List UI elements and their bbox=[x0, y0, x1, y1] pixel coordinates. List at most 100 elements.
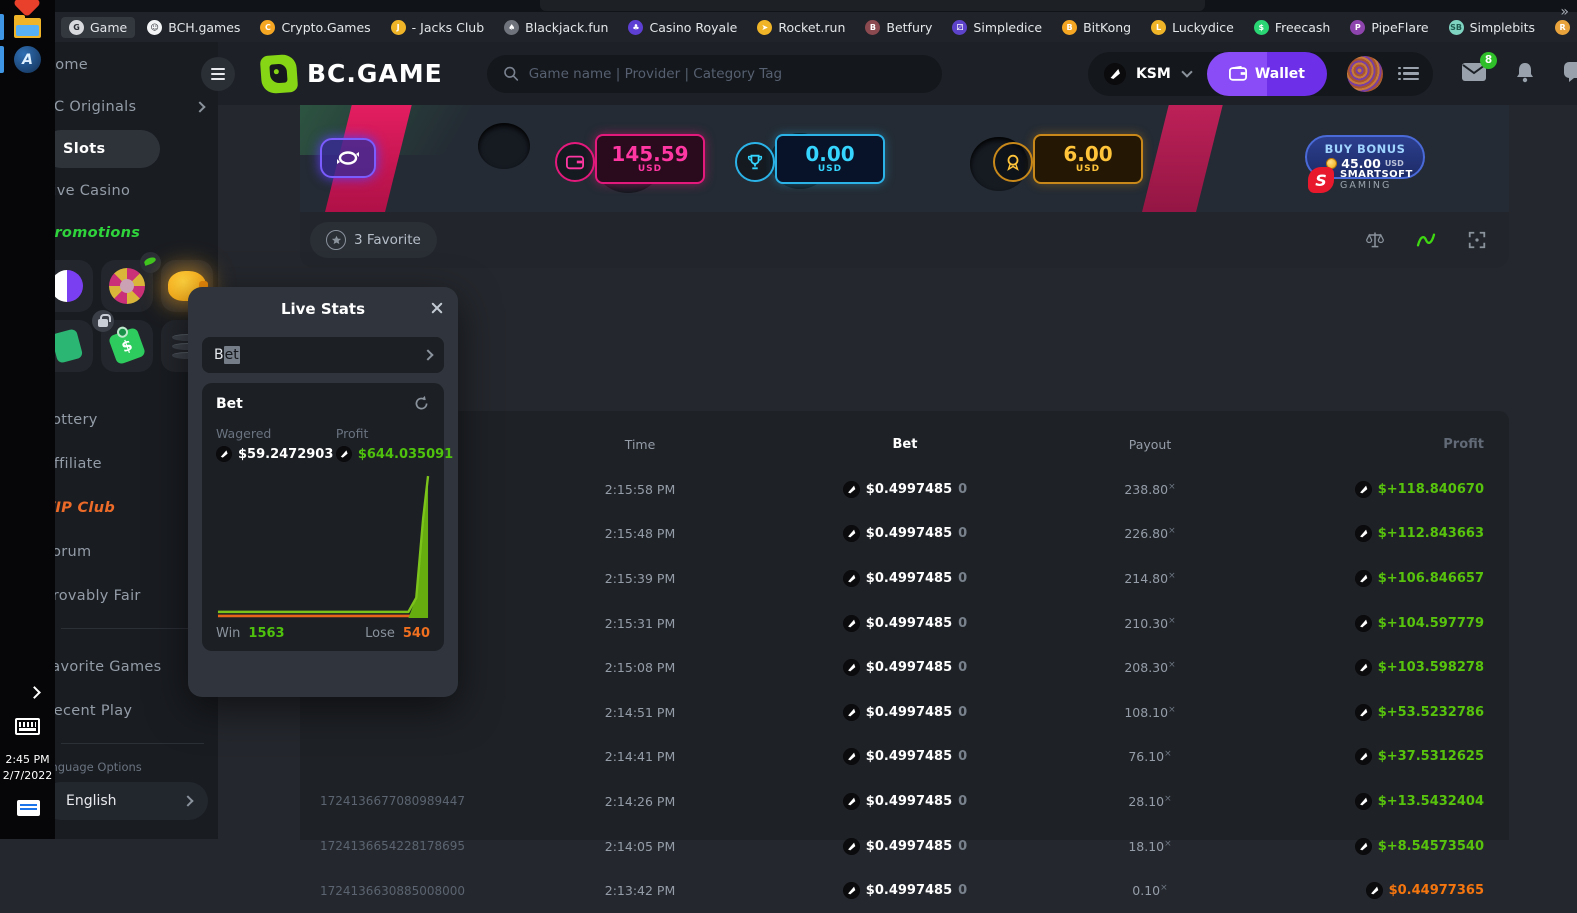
bookmark-label: PipeFlare bbox=[1371, 20, 1428, 35]
account-menu-icon[interactable] bbox=[1403, 67, 1419, 81]
avatar[interactable] bbox=[1347, 56, 1383, 92]
currency-coin-icon bbox=[216, 446, 232, 462]
bookmark-item[interactable]: ⚂ Simpledice bbox=[944, 17, 1050, 38]
jackpot-value: 145.59 bbox=[611, 144, 688, 165]
bookmark-item[interactable]: B BitKong bbox=[1054, 17, 1139, 38]
bookmark-item[interactable]: ♣ Casino Royale bbox=[620, 17, 745, 38]
bet-amount: $0.49974850 bbox=[730, 570, 1080, 587]
close-icon[interactable] bbox=[430, 301, 444, 315]
browser-address-bar[interactable] bbox=[540, 0, 1205, 11]
currency-coin-icon bbox=[843, 793, 860, 810]
table-row[interactable]: 2:15:48 PM $0.49974850 226.80× $+112.843… bbox=[320, 512, 1484, 557]
bookmark-item[interactable]: ➤ Rocket.run bbox=[749, 17, 853, 38]
bookmark-item[interactable]: G Game bbox=[61, 17, 135, 38]
bet-value: $0.4997485 bbox=[866, 749, 952, 764]
sidebar-item-recent-play[interactable]: Recent Play bbox=[55, 689, 218, 733]
bookmark-item[interactable]: C Crypto.Games bbox=[252, 17, 378, 38]
profit-value: $+103.598278 bbox=[1378, 660, 1484, 675]
bookmark-item[interactable]: ♠ Blackjack.fun bbox=[496, 17, 616, 38]
sidebar-item-home[interactable]: Home bbox=[55, 44, 218, 86]
wallet-button[interactable]: Wallet bbox=[1207, 52, 1327, 96]
table-row[interactable]: 2:15:31 PM $0.49974850 210.30× $+104.597… bbox=[320, 601, 1484, 646]
live-stats-icon[interactable] bbox=[1415, 232, 1437, 248]
sidebar-item-slots[interactable]: Slots bbox=[55, 130, 218, 168]
table-row[interactable]: 2:14:41 PM $0.49974850 76.10× $+37.53126… bbox=[320, 735, 1484, 780]
tile-roulette[interactable] bbox=[101, 260, 153, 312]
mail-button[interactable]: 8 bbox=[1461, 62, 1487, 86]
bookmark-item[interactable]: P PipeFlare bbox=[1342, 17, 1436, 38]
live-stats-popup: Live Stats Bet Bet Wagered Profit $59.24… bbox=[188, 287, 458, 697]
touch-keyboard-icon[interactable] bbox=[15, 718, 40, 735]
tile-price-tag[interactable]: $ bbox=[101, 320, 153, 372]
taskbar-app-icon-a[interactable]: A bbox=[14, 46, 41, 73]
bet-amount: $0.49974850 bbox=[730, 838, 1080, 855]
bet-value: $0.4997485 bbox=[866, 883, 952, 898]
table-row[interactable]: 2:14:51 PM $0.49974850 108.10× $+53.5232… bbox=[320, 690, 1484, 735]
bcgame-logo-text: BC.GAME bbox=[307, 59, 443, 88]
col-header-time: Time bbox=[550, 437, 730, 452]
taskbar-clock[interactable]: 2:45 PM 2/7/2022 bbox=[0, 752, 55, 784]
jackpot-value: 6.00 bbox=[1063, 144, 1112, 165]
table-row[interactable]: 2:15:08 PM $0.49974850 208.30× $+103.598… bbox=[320, 645, 1484, 690]
notification-center-icon[interactable] bbox=[17, 800, 40, 816]
autoplay-loop-button[interactable] bbox=[320, 138, 376, 178]
os-taskbar: A 2:45 PM 2/7/2022 bbox=[0, 0, 55, 839]
file-explorer-icon[interactable] bbox=[14, 18, 41, 38]
sidebar-item-label: Favorite Games bbox=[44, 659, 161, 675]
table-row[interactable]: 1724136654228178695 2:14:05 PM $0.499748… bbox=[320, 824, 1484, 869]
chat-button[interactable] bbox=[1563, 61, 1577, 87]
currency-coin-icon bbox=[1355, 615, 1372, 632]
search-bar[interactable] bbox=[487, 55, 942, 93]
browser-chrome: G Game ☺ BCH.games C Crypto.Games J - Ja… bbox=[55, 0, 1577, 42]
language-options-label: Language Options bbox=[37, 760, 218, 774]
language-select[interactable]: English bbox=[42, 782, 208, 820]
taskbar-expand-icon[interactable] bbox=[28, 686, 41, 699]
payout-multiplier: 76.10× bbox=[1080, 749, 1220, 764]
bet-value: $0.4997485 bbox=[866, 526, 952, 541]
bookmark-item[interactable]: SB Simplebits bbox=[1441, 17, 1544, 38]
sidebar-item-live-casino[interactable]: Live Casino bbox=[55, 170, 218, 212]
table-row[interactable]: 2:15:58 PM $0.49974850 238.80× $+118.840… bbox=[320, 467, 1484, 512]
bookmark-item[interactable]: B Betfury bbox=[857, 17, 940, 38]
currency-label[interactable]: KSM bbox=[1136, 66, 1171, 82]
bookmark-item[interactable]: J - Jacks Club bbox=[383, 17, 493, 38]
bookmark-favicon-icon: $ bbox=[1254, 20, 1269, 35]
refresh-icon[interactable] bbox=[413, 395, 430, 412]
payout-multiplier: 0.10× bbox=[1080, 883, 1220, 898]
fairness-scales-icon[interactable] bbox=[1365, 230, 1385, 250]
favorite-button[interactable]: 3 Favorite bbox=[310, 222, 437, 258]
stats-type-select[interactable]: Bet bbox=[202, 337, 444, 373]
provider-sub: GAMING bbox=[1340, 180, 1413, 191]
bookmark-favicon-icon: ♠ bbox=[504, 20, 519, 35]
bookmarks-bar: G Game ☺ BCH.games C Crypto.Games J - Ja… bbox=[55, 12, 1577, 42]
bookmark-favicon-icon: G bbox=[69, 20, 84, 35]
search-input[interactable] bbox=[529, 66, 926, 82]
chevron-down-icon[interactable] bbox=[1181, 66, 1192, 77]
col-header-payout: Payout bbox=[1080, 437, 1220, 452]
win-label: Win bbox=[216, 626, 240, 641]
bookmark-favicon-icon: SB bbox=[1449, 20, 1464, 35]
bookmark-item[interactable]: ☺ BCH.games bbox=[139, 17, 248, 38]
bet-value: $0.4997485 bbox=[866, 794, 952, 809]
jackpot-value: 0.00 bbox=[805, 144, 854, 165]
table-row[interactable]: 1724136677080989447 2:14:26 PM $0.499748… bbox=[320, 779, 1484, 824]
currency-coin-icon bbox=[336, 446, 352, 462]
sidebar-nav-top: Home BC Originals Slots Live Casino Prom… bbox=[55, 44, 218, 254]
sidebar-item-promotions[interactable]: Promotions bbox=[55, 212, 218, 254]
table-row[interactable]: 2:15:39 PM $0.49974850 214.80× $+106.846… bbox=[320, 556, 1484, 601]
notifications-button[interactable] bbox=[1515, 61, 1535, 87]
currency-coin-icon bbox=[843, 838, 860, 855]
bookmark-item[interactable]: $ Freecash bbox=[1246, 17, 1339, 38]
select-value-prefix: B bbox=[214, 347, 224, 363]
bcgame-logo[interactable]: BC.GAME bbox=[261, 55, 443, 93]
sidebar-item-label: Live Casino bbox=[44, 183, 130, 199]
stats-card-title: Bet bbox=[216, 396, 243, 412]
table-row[interactable]: 1724136630885008000 2:13:42 PM $0.499748… bbox=[320, 868, 1484, 913]
hamburger-menu-button[interactable] bbox=[201, 57, 235, 91]
fullscreen-icon[interactable] bbox=[1467, 230, 1487, 250]
bookmarks-overflow-icon[interactable]: » bbox=[1560, 4, 1569, 20]
bet-time: 2:15:39 PM bbox=[550, 571, 730, 586]
bookmark-item[interactable]: L Luckydice bbox=[1143, 17, 1242, 38]
sidebar-item-bc-originals[interactable]: BC Originals bbox=[55, 86, 218, 128]
wallet-jackpot-icon bbox=[555, 142, 595, 182]
